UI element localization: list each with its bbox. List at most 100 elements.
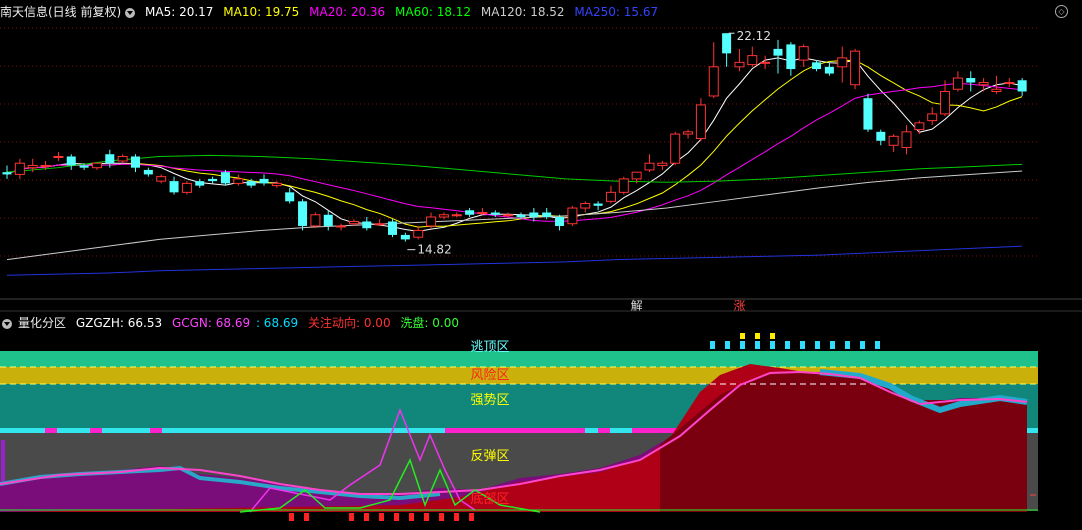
state-strip-segment — [598, 428, 610, 433]
candle-body — [195, 181, 205, 186]
candle-body — [529, 212, 539, 217]
candle-body — [79, 165, 89, 168]
bottom-signal-marker — [379, 513, 384, 521]
candle-body — [323, 214, 333, 226]
candle-body — [438, 214, 449, 218]
escape-signal-marker — [860, 341, 865, 349]
escape-signal-marker-high — [740, 333, 745, 339]
candle-body — [798, 46, 809, 61]
candle-body — [542, 212, 552, 217]
candle-body — [66, 156, 76, 166]
bottom-signal-marker — [439, 513, 444, 521]
candle-body — [760, 61, 771, 64]
bottom-signal-marker — [424, 513, 429, 521]
candle-body — [670, 133, 681, 164]
zone-label-escape-top: 逃顶区 — [470, 340, 509, 355]
bottom-signal-marker — [349, 513, 354, 521]
bottom-signal-marker — [304, 513, 309, 521]
escape-signal-marker — [740, 341, 745, 349]
candle-body — [246, 181, 256, 186]
low-price-label: 14.82 — [417, 243, 451, 257]
zone-label-bottom: 底部区 — [470, 491, 509, 507]
escape-signal-marker — [725, 341, 730, 349]
escape-top-band — [0, 351, 1038, 367]
candle-body — [747, 55, 758, 66]
escape-signal-marker — [800, 341, 805, 349]
candle-body — [966, 78, 976, 83]
candle-body — [451, 214, 462, 217]
candle-body — [169, 181, 179, 193]
bottom-signal-marker — [394, 513, 399, 521]
escape-signal-marker — [845, 341, 850, 349]
candle-body — [143, 169, 153, 175]
candle-body — [310, 214, 321, 227]
candle-body — [631, 171, 642, 180]
candle-body — [734, 61, 745, 68]
candle-body — [181, 182, 192, 193]
candle-body — [2, 172, 12, 175]
state-strip-segment — [45, 428, 57, 433]
candle-body — [786, 44, 796, 70]
candle-body — [567, 207, 578, 225]
candle-body — [426, 216, 437, 227]
candle-body — [940, 90, 951, 115]
candle-body — [400, 234, 410, 240]
ma5-line — [6, 57, 1023, 232]
candle-body — [708, 66, 719, 97]
candle-body — [285, 192, 295, 202]
candle-body — [413, 229, 424, 238]
ma250-line — [6, 245, 1023, 276]
candle-body — [40, 164, 51, 167]
candle-body — [53, 155, 64, 158]
candle-body — [259, 178, 269, 184]
candle-body — [362, 221, 372, 229]
escape-signal-marker-high — [755, 333, 760, 339]
indicator-panel — [0, 333, 1038, 521]
candle-body — [824, 66, 834, 74]
candle-body — [644, 162, 655, 171]
state-strip-segment — [90, 428, 102, 433]
candle-body — [156, 176, 167, 182]
bottom-signal-marker — [469, 513, 474, 521]
candle-body — [927, 113, 938, 122]
candle-body — [117, 155, 128, 162]
candle-body — [27, 164, 38, 169]
chart-canvas[interactable]: 22.12 14.82 解 涨 逃顶区 风险区 强势区 反弹区 底部区 — [0, 0, 1082, 530]
candle-body — [516, 214, 526, 217]
candle-body — [298, 201, 308, 226]
candle-body — [14, 162, 25, 175]
candle-body — [773, 48, 783, 56]
candle-body — [695, 104, 706, 140]
candle-body — [503, 214, 514, 217]
zone-label-rebound: 反弹区 — [470, 449, 509, 464]
high-price-label: 22.12 — [737, 29, 771, 43]
escape-signal-marker — [755, 341, 760, 349]
candle-body — [271, 182, 282, 187]
candle-body — [91, 162, 102, 169]
candle-body — [477, 212, 488, 215]
ma120-line — [6, 170, 1023, 261]
escape-signal-marker — [785, 341, 790, 349]
candle-body — [593, 203, 603, 206]
bottom-signal-marker — [364, 513, 369, 521]
state-strip-segment — [445, 428, 585, 433]
main-grid — [0, 27, 1040, 257]
candle-body — [722, 33, 732, 54]
candle-body — [876, 131, 886, 141]
ma10-line — [6, 59, 1023, 228]
zone-label-strong: 强势区 — [470, 392, 509, 408]
escape-signal-marker — [815, 341, 820, 349]
candle-body — [348, 220, 359, 225]
moving-average-lines — [6, 57, 1023, 276]
candle-body — [888, 135, 899, 146]
candle-body — [233, 178, 244, 184]
candle-body — [657, 162, 668, 166]
escape-signal-marker — [710, 341, 715, 349]
candle-body — [850, 50, 861, 86]
zone-label-risk: 风险区 — [470, 368, 509, 383]
bottom-signal-marker — [289, 513, 294, 521]
candle-body — [837, 57, 848, 68]
candle-body — [605, 191, 616, 202]
candle-body — [465, 210, 475, 215]
escape-signal-marker-high — [770, 333, 775, 339]
